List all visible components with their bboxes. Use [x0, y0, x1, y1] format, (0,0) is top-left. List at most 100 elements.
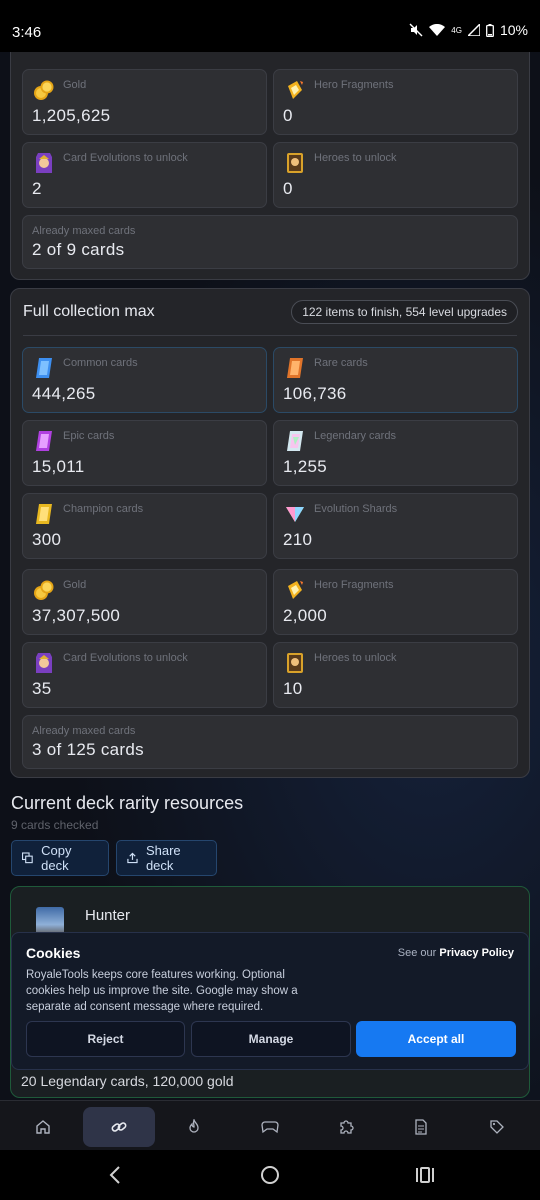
deck-resources-panel: Gold 1,205,625 Hero Fragments 0 Card Evo… — [10, 52, 530, 280]
rare-cards-tile: Rare cards 106,736 — [273, 347, 518, 413]
heroes-tile: Heroes to unlock 0 — [273, 142, 518, 208]
tile-label: Common cards — [63, 357, 138, 369]
epic-card-icon — [36, 431, 52, 451]
hero-card-icon — [287, 653, 303, 673]
recents-icon[interactable] — [416, 1166, 434, 1184]
hero-fragments-tile: Hero Fragments 0 — [273, 69, 518, 135]
hero-fragments-tile: Hero Fragments 2,000 — [273, 569, 518, 635]
accept-all-button[interactable]: Accept all — [356, 1021, 516, 1057]
tile-label: Card Evolutions to unlock — [63, 652, 188, 664]
hero-fragment-icon — [288, 81, 303, 99]
evolution-shard-icon — [286, 507, 304, 522]
copy-deck-label: Copy deck — [41, 843, 72, 873]
tile-label: Rare cards — [314, 357, 368, 369]
reject-button[interactable]: Reject — [26, 1021, 185, 1057]
gamepad-icon — [261, 1121, 279, 1134]
share-deck-label: Share deck — [145, 843, 181, 873]
tile-label: Hero Fragments — [314, 79, 394, 91]
wifi-icon — [429, 23, 446, 36]
tag-icon — [490, 1120, 504, 1134]
tile-label: Epic cards — [63, 430, 115, 442]
divider — [23, 335, 517, 336]
tile-label: Heroes to unlock — [314, 652, 397, 664]
deck-summary: 20 Legendary cards, 120,000 gold — [21, 1073, 234, 1089]
status-bar: 3:46 4G 10% — [0, 0, 540, 52]
champion-cards-tile: Champion cards 300 — [22, 493, 267, 559]
tile-label: Hero Fragments — [314, 579, 394, 591]
common-card-icon — [36, 358, 52, 378]
document-icon — [415, 1119, 427, 1135]
tile-label: Heroes to unlock — [314, 152, 397, 164]
tile-value: 3 of 125 cards — [32, 740, 144, 759]
cookie-text: RoyaleTools keeps core features working.… — [26, 969, 298, 1013]
gold-coins-icon — [34, 80, 54, 100]
share-icon — [127, 852, 138, 864]
tile-value: 2,000 — [283, 606, 328, 625]
page-content: Gold 1,205,625 Hero Fragments 0 Card Evo… — [0, 52, 540, 1100]
tile-value: 37,307,500 — [32, 606, 121, 625]
tile-label: Champion cards — [63, 503, 144, 515]
nav-games[interactable] — [234, 1107, 306, 1147]
nav-links[interactable] — [83, 1107, 155, 1147]
link-icon — [111, 1122, 127, 1132]
tile-value: 1,255 — [283, 457, 328, 476]
card-evolutions-tile: Card Evolutions to unlock 35 — [22, 642, 267, 708]
privacy-policy-link[interactable]: Privacy Policy — [439, 947, 514, 959]
nav-tools[interactable] — [310, 1107, 382, 1147]
home-icon — [36, 1120, 50, 1134]
tile-value: 10 — [283, 679, 303, 698]
section-subtitle: 9 cards checked — [11, 818, 99, 832]
tile-value: 2 of 9 cards — [32, 240, 125, 259]
tile-value: 35 — [32, 679, 52, 698]
tile-label: Card Evolutions to unlock — [63, 152, 188, 164]
nav-trending[interactable] — [158, 1107, 230, 1147]
nav-docs[interactable] — [385, 1107, 457, 1147]
network-type: 4G — [451, 25, 462, 35]
legendary-cards-tile: Legendary cards 1,255 — [273, 420, 518, 486]
copy-icon — [22, 852, 33, 864]
tile-value: 15,011 — [32, 457, 85, 476]
tile-value: 0 — [283, 106, 293, 125]
epic-cards-tile: Epic cards 15,011 — [22, 420, 267, 486]
cookie-title: Cookies — [26, 945, 81, 961]
full-collection-panel: Full collection max 122 items to finish,… — [10, 288, 530, 778]
share-deck-button[interactable]: Share deck — [116, 840, 217, 876]
copy-deck-button[interactable]: Copy deck — [11, 840, 109, 876]
tile-value: 210 — [283, 530, 313, 549]
card-name: Hunter — [85, 907, 131, 924]
common-cards-tile: Common cards 444,265 — [22, 347, 267, 413]
tile-label: Legendary cards — [314, 430, 396, 442]
back-icon[interactable] — [108, 1166, 122, 1184]
system-nav-bar — [0, 1150, 540, 1200]
panel-title: Full collection max — [23, 303, 155, 320]
puzzle-icon — [340, 1120, 354, 1134]
mute-icon — [409, 23, 423, 37]
gold-tile: Gold 1,205,625 — [22, 69, 267, 135]
heroes-tile: Heroes to unlock 10 — [273, 642, 518, 708]
status-time: 3:46 — [12, 24, 42, 41]
status-icons: 4G 10% — [409, 22, 528, 38]
policy-prefix: See our — [397, 947, 437, 959]
manage-button[interactable]: Manage — [191, 1021, 351, 1057]
rare-card-icon — [287, 358, 303, 378]
gold-coins-icon — [34, 580, 54, 600]
tile-value: 0 — [283, 179, 293, 198]
home-circle-icon[interactable] — [260, 1165, 280, 1185]
legendary-card-icon — [287, 431, 303, 451]
tile-value: 1,205,625 — [32, 106, 111, 125]
champion-card-icon — [36, 504, 52, 524]
items-to-finish-badge: 122 items to finish, 554 level upgrades — [291, 300, 518, 324]
tile-value: 300 — [32, 530, 62, 549]
privacy-policy-text: See our Privacy Policy — [398, 947, 514, 959]
hero-fragment-icon — [288, 581, 303, 599]
tile-label: Evolution Shards — [314, 503, 398, 515]
tile-label: Gold — [63, 579, 87, 591]
tile-value: 444,265 — [32, 384, 96, 403]
tile-value: 2 — [32, 179, 42, 198]
nav-deals[interactable] — [461, 1107, 533, 1147]
hero-card-icon — [287, 153, 303, 173]
battery-icon — [486, 23, 494, 37]
signal-icon — [467, 24, 480, 36]
nav-home[interactable] — [7, 1107, 79, 1147]
maxed-cards-tile: Already maxed cards 2 of 9 cards — [22, 215, 518, 269]
